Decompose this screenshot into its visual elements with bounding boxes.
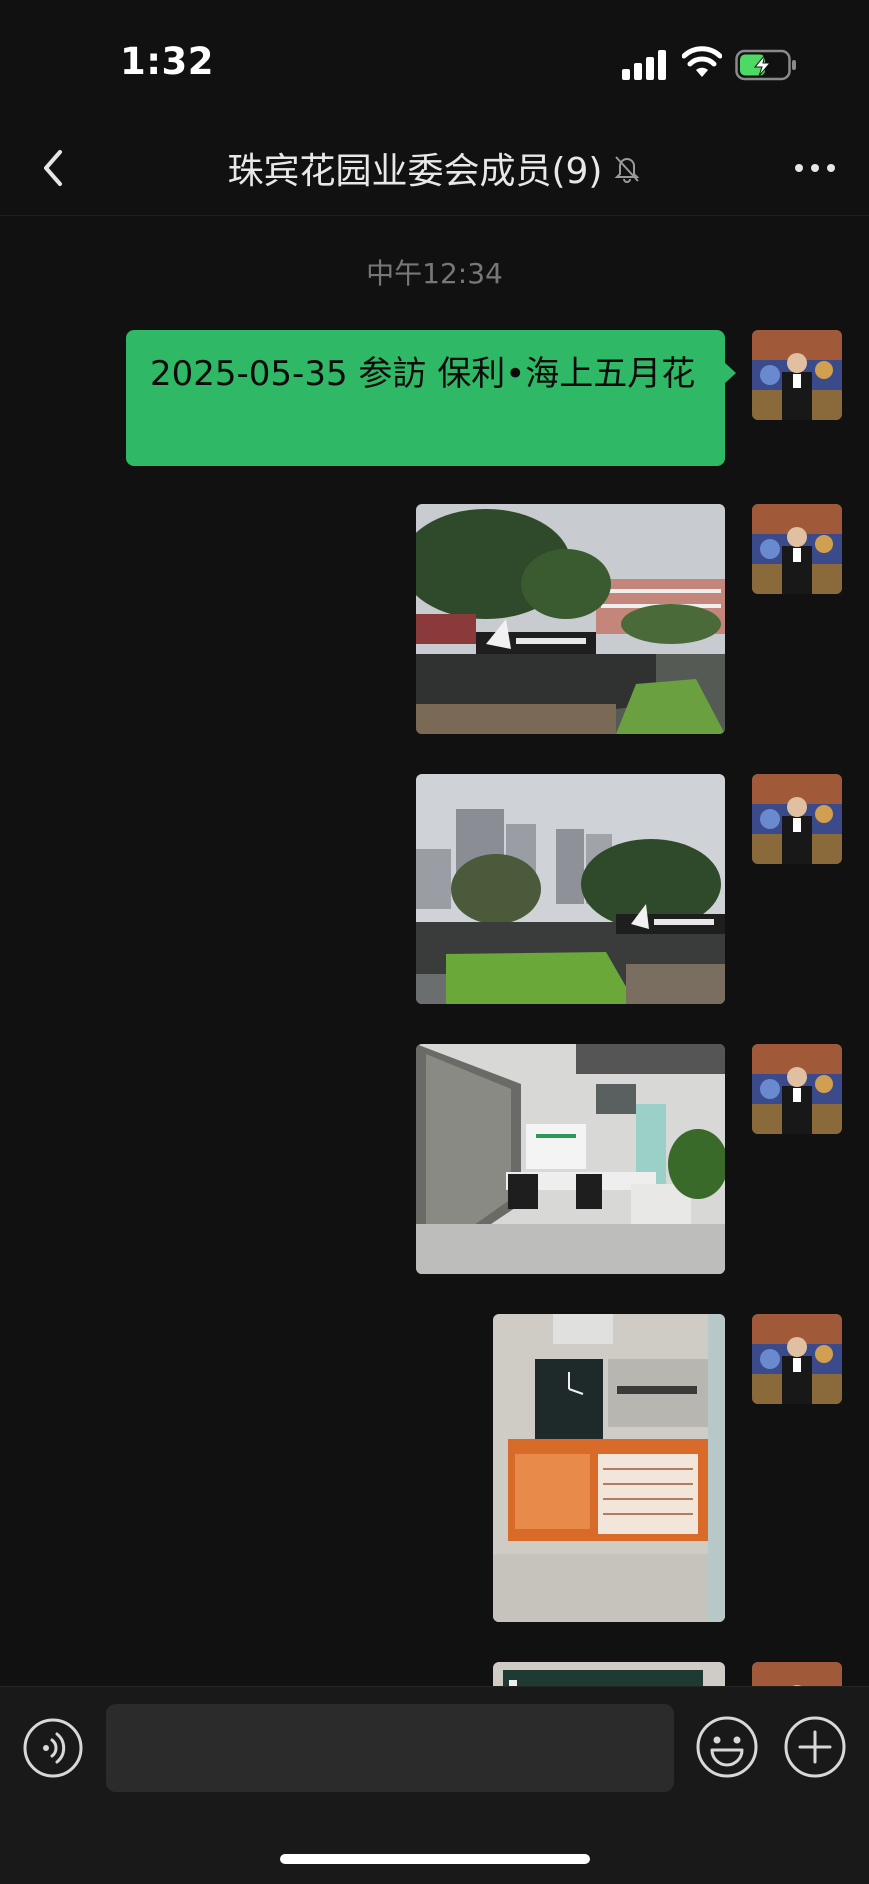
photo-partial [493,1662,725,1686]
wifi-icon [682,46,722,77]
chat-message-list[interactable]: 中午12:34 2025-05-35 参訪 保利•海上五月花 [0,216,869,1686]
battery-charging-icon [735,49,796,81]
photo-plaza-towers [416,774,725,1004]
status-time: 1:32 [120,40,215,83]
nav-title-container: 珠宾花园业委会成员(9) [150,142,719,194]
more-options-button[interactable] [787,144,843,192]
chat-title: 珠宾花园业委会成员(9) [227,151,603,192]
avatar[interactable] [752,504,842,594]
avatar[interactable] [752,1662,842,1686]
bell-muted-icon [614,156,639,183]
chat-screen: 1:32 珠宾花园业委会成员(9) 中午12:34 2025-05-35 参訪 … [0,0,869,1884]
image-message-service-center-wall[interactable] [493,1314,725,1622]
back-button[interactable] [28,140,78,196]
photo-service-center-wall [493,1314,725,1622]
message-text: 2025-05-35 参訪 保利•海上五月花 [150,354,696,394]
input-bar [0,1686,869,1884]
photo-office-interior [416,1044,725,1274]
cellular-signal-icon [622,50,666,80]
image-message-office-interior[interactable] [416,1044,725,1274]
photo-plaza-sign [416,504,725,734]
message-input[interactable] [106,1704,674,1792]
add-button[interactable] [783,1715,847,1779]
nav-bar: 珠宾花园业委会成员(9) [0,120,869,216]
image-message-plaza-sign[interactable] [416,504,725,734]
avatar[interactable] [752,1044,842,1134]
emoji-button[interactable] [695,1715,759,1779]
image-message-partial[interactable] [493,1662,725,1686]
avatar[interactable] [752,1314,842,1404]
avatar[interactable] [752,774,842,864]
home-indicator [280,1854,590,1864]
status-bar: 1:32 [0,0,869,120]
text-message-bubble[interactable]: 2025-05-35 参訪 保利•海上五月花 [126,330,736,466]
image-message-plaza-towers[interactable] [416,774,725,1004]
voice-input-button[interactable] [22,1717,84,1779]
avatar[interactable] [752,330,842,420]
message-timestamp: 中午12:34 [366,257,503,290]
